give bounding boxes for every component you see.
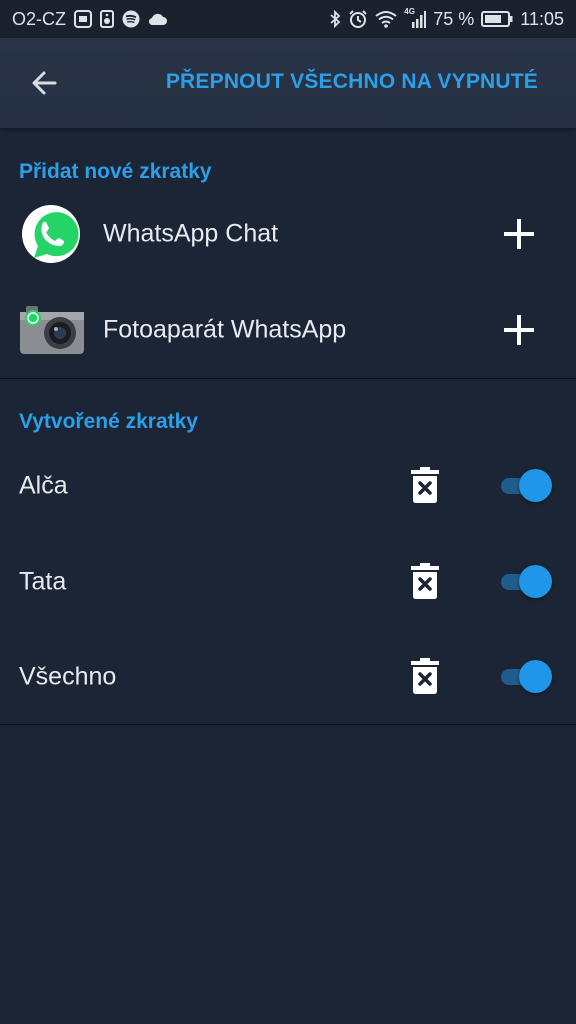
section-divider <box>0 378 576 379</box>
shortcut-name: Tata <box>19 567 67 596</box>
add-shortcuts-title: Přidat nové zkratky <box>19 160 212 183</box>
clock: 11:05 <box>520 8 564 29</box>
add-shortcut-whatsapp-chat[interactable]: WhatsApp Chat <box>0 186 576 282</box>
shortcut-toggle[interactable] <box>499 565 553 599</box>
delete-icon[interactable] <box>411 658 439 694</box>
created-shortcut-row: Alča <box>0 438 576 534</box>
wifi-icon <box>375 10 397 28</box>
add-shortcut-label: WhatsApp Chat <box>103 219 279 248</box>
shortcut-name: Všechno <box>19 662 117 691</box>
speaker-icon <box>100 10 114 28</box>
signal-icon: 4G <box>404 7 427 28</box>
shortcut-toggle[interactable] <box>499 660 553 694</box>
arrow-left-icon <box>32 71 57 95</box>
created-shortcuts-title: Vytvořené zkratky <box>19 410 198 433</box>
delete-icon[interactable] <box>411 467 439 503</box>
plus-icon[interactable] <box>504 315 534 345</box>
carrier-name: O2-CZ <box>12 8 66 29</box>
bluetooth-icon <box>329 10 341 28</box>
toggle-all-off-button[interactable]: PŘEPNOUT VŠECHNO NA VYPNUTÉ <box>166 70 538 94</box>
gallery-icon <box>74 10 92 28</box>
cloud-icon <box>148 12 168 26</box>
plus-icon[interactable] <box>504 219 534 249</box>
created-shortcut-row: Všechno <box>0 629 576 725</box>
status-bar: O2-CZ 4G 75 % 11:05 <box>0 0 576 38</box>
spotify-icon <box>122 10 140 28</box>
section-divider <box>0 724 576 725</box>
toolbar: PŘEPNOUT VŠECHNO NA VYPNUTÉ <box>0 38 576 128</box>
delete-icon[interactable] <box>411 563 439 599</box>
add-shortcut-label: Fotoaparát WhatsApp <box>103 315 347 344</box>
alarm-icon <box>348 9 368 29</box>
network-type: 4G <box>404 7 415 16</box>
created-shortcut-row: Tata <box>0 534 576 630</box>
whatsapp-camera-icon <box>20 304 84 354</box>
battery-icon <box>481 11 513 27</box>
shortcut-toggle[interactable] <box>499 469 553 503</box>
add-shortcut-whatsapp-camera[interactable]: Fotoaparát WhatsApp <box>0 282 576 378</box>
back-button[interactable] <box>26 64 64 102</box>
shortcut-name: Alča <box>19 471 68 500</box>
battery-percent: 75 % <box>433 8 475 29</box>
whatsapp-icon <box>20 203 82 265</box>
